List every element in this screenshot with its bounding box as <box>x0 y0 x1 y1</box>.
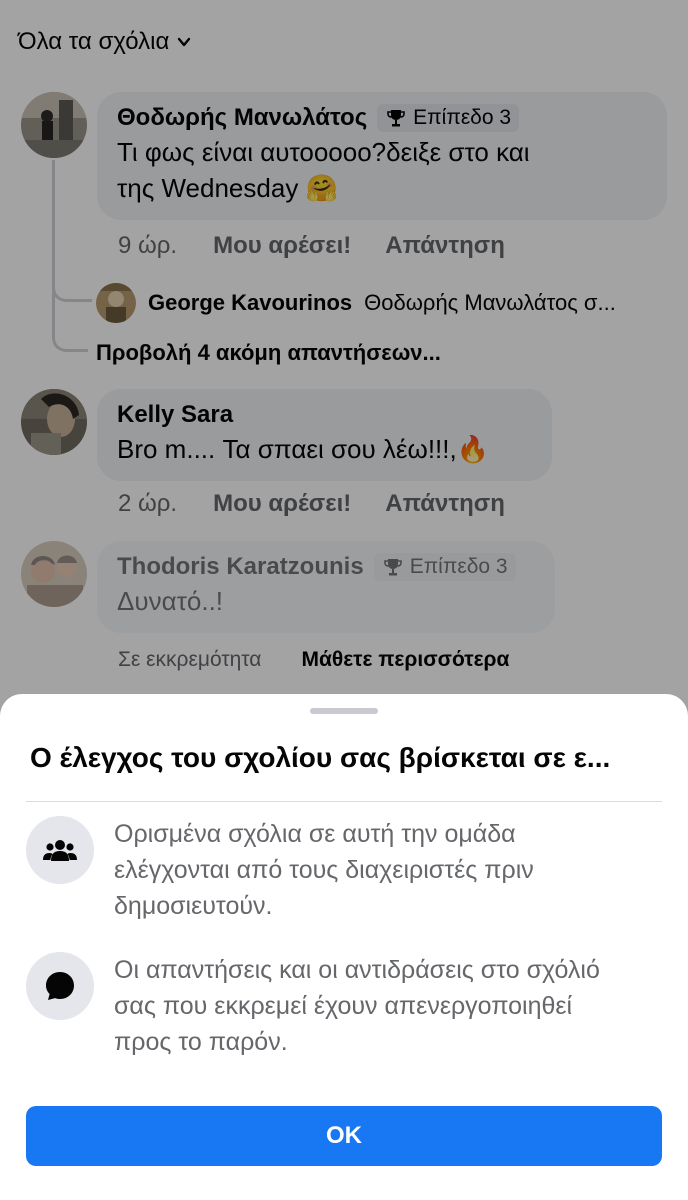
ok-button[interactable]: OK <box>26 1106 662 1166</box>
group-icon <box>26 816 94 884</box>
comment-bubble-icon <box>26 952 94 1020</box>
info-item: Ορισμένα σχόλια σε αυτή την ομάδα ελέγχο… <box>26 816 666 926</box>
divider <box>26 801 662 802</box>
info-item: Οι απαντήσεις και οι αντιδράσεις στο σχό… <box>26 952 666 1062</box>
info-text: Ορισμένα σχόλια σε αυτή την ομάδα ελέγχο… <box>114 820 534 920</box>
bottom-sheet: Ο έλεγχος του σχολίου σας βρίσκεται σε ε… <box>0 694 688 1200</box>
drag-handle[interactable] <box>310 708 378 714</box>
info-text: Οι απαντήσεις και οι αντιδράσεις στο σχό… <box>114 956 600 1056</box>
sheet-title: Ο έλεγχος του σχολίου σας βρίσκεται σε ε… <box>30 742 611 773</box>
